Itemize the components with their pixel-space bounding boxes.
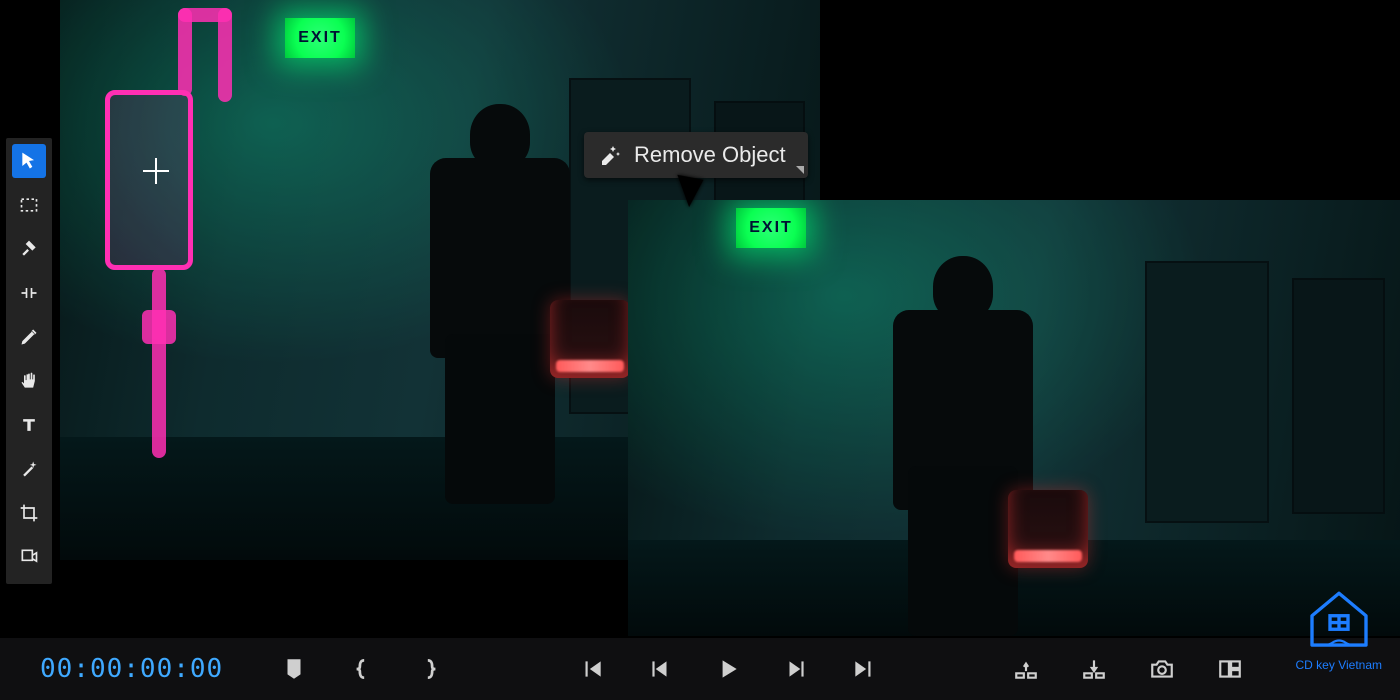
extract-button[interactable] (1077, 652, 1111, 686)
go-out-icon (851, 656, 877, 682)
play-icon (715, 656, 741, 682)
briefcase (550, 300, 630, 378)
person-silhouette (878, 256, 1048, 636)
brace-right-icon (417, 656, 443, 682)
preview-after-panel[interactable]: EXIT (628, 200, 1400, 636)
wand-icon (19, 459, 39, 479)
pen-tool[interactable] (12, 320, 46, 354)
crop-tool[interactable] (12, 496, 46, 530)
left-toolbar (6, 138, 52, 584)
export-icon (19, 547, 39, 567)
pen-icon (19, 327, 39, 347)
exit-sign: EXIT (285, 18, 355, 58)
mark-in-button[interactable] (345, 652, 379, 686)
hand-icon (19, 371, 39, 391)
lift-icon (1013, 656, 1039, 682)
mark-out-button[interactable] (413, 652, 447, 686)
briefcase (1008, 490, 1088, 568)
exit-sign: EXIT (736, 208, 806, 248)
ripple-edit-tool[interactable] (12, 276, 46, 310)
razor-tool[interactable] (12, 232, 46, 266)
scene-after: EXIT (628, 200, 1400, 636)
step-back-icon (647, 656, 673, 682)
object-selection-mask[interactable] (142, 310, 176, 344)
sparkle-eraser-icon (598, 143, 622, 167)
brace-left-icon (349, 656, 375, 682)
marquee-tool[interactable] (12, 188, 46, 222)
object-selection-mask[interactable] (152, 268, 166, 458)
play-button[interactable] (711, 652, 745, 686)
lift-button[interactable] (1009, 652, 1043, 686)
camera-icon (1149, 656, 1175, 682)
crosshair-cursor-icon (143, 158, 169, 184)
cursor-icon (19, 151, 39, 171)
type-tool[interactable] (12, 408, 46, 442)
go-to-out-button[interactable] (847, 652, 881, 686)
selection-tool[interactable] (12, 144, 46, 178)
step-forward-icon (783, 656, 809, 682)
add-marker-button[interactable] (277, 652, 311, 686)
export-tool[interactable] (12, 540, 46, 574)
remove-object-label: Remove Object (634, 142, 786, 168)
go-to-in-button[interactable] (575, 652, 609, 686)
step-back-button[interactable] (643, 652, 677, 686)
marquee-icon (19, 195, 39, 215)
transport-bar: 00:00:00:00 (0, 638, 1400, 700)
type-icon (19, 415, 39, 435)
extract-icon (1081, 656, 1107, 682)
panel-layout-button[interactable] (1213, 652, 1247, 686)
ripple-icon (19, 283, 39, 303)
app-root: EXIT EXIT (0, 0, 1400, 700)
magic-wand-tool[interactable] (12, 452, 46, 486)
hand-tool[interactable] (12, 364, 46, 398)
go-in-icon (579, 656, 605, 682)
timecode-display[interactable]: 00:00:00:00 (40, 654, 223, 684)
object-selection-mask[interactable] (218, 8, 232, 102)
step-forward-button[interactable] (779, 652, 813, 686)
layout-icon (1217, 656, 1243, 682)
snapshot-button[interactable] (1145, 652, 1179, 686)
razor-icon (19, 239, 39, 259)
marker-icon (281, 656, 307, 682)
submenu-triangle-icon (796, 166, 804, 174)
crop-icon (19, 503, 39, 523)
